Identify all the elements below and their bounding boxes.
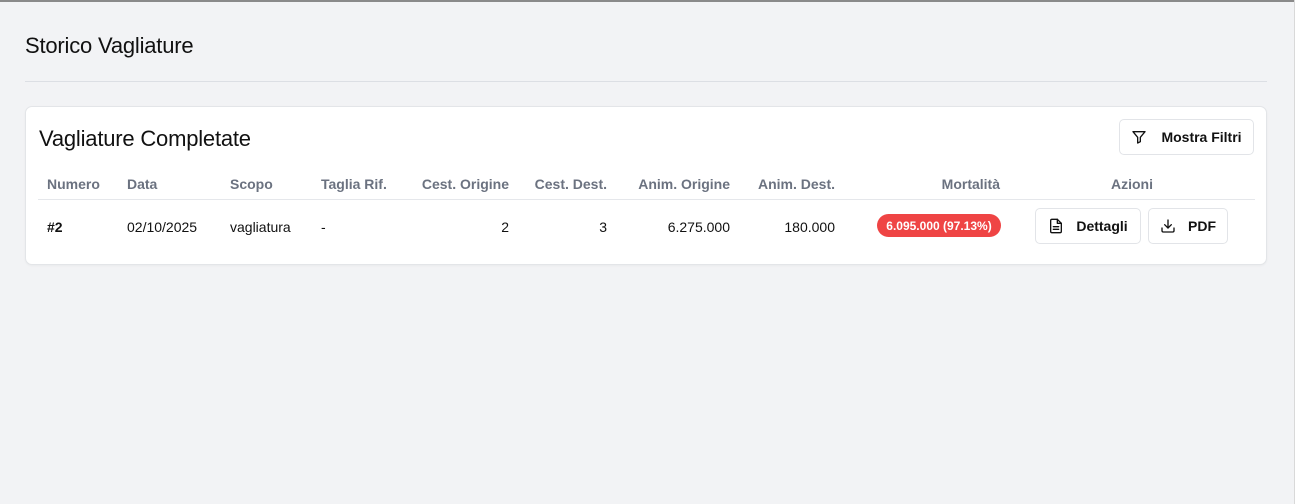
divider bbox=[25, 81, 1267, 82]
col-header-cest-origine: Cest. Origine bbox=[421, 176, 509, 192]
pdf-label: PDF bbox=[1188, 218, 1216, 234]
cell-scopo: vagliatura bbox=[230, 219, 291, 235]
table-header-divider bbox=[38, 199, 1255, 200]
cell-anim-origine: 6.275.000 bbox=[667, 219, 730, 235]
details-label: Dettagli bbox=[1076, 218, 1128, 234]
card-title: Vagliature Completate bbox=[39, 126, 251, 151]
col-header-scopo: Scopo bbox=[230, 176, 273, 192]
file-text-icon bbox=[1048, 218, 1064, 234]
pdf-button[interactable]: PDF bbox=[1148, 208, 1228, 244]
show-filters-button[interactable]: Mostra Filtri bbox=[1119, 119, 1254, 155]
cell-cest-origine: 2 bbox=[501, 219, 509, 235]
filter-icon bbox=[1131, 129, 1147, 145]
col-header-mortalita: Mortalità bbox=[941, 176, 1000, 192]
col-header-data: Data bbox=[127, 176, 158, 192]
cell-data: 02/10/2025 bbox=[127, 219, 198, 235]
col-header-anim-dest: Anim. Dest. bbox=[757, 176, 835, 192]
mortality-badge: 6.095.000 (97.13%) bbox=[877, 214, 1001, 237]
cell-taglia: - bbox=[321, 219, 326, 235]
details-button[interactable]: Dettagli bbox=[1035, 208, 1141, 244]
col-header-azioni: Azioni bbox=[1111, 176, 1153, 192]
page-title: Storico Vagliature bbox=[25, 33, 194, 58]
col-header-cest-dest: Cest. Dest. bbox=[534, 176, 607, 192]
show-filters-label: Mostra Filtri bbox=[1161, 129, 1242, 145]
window-top-border bbox=[0, 0, 1294, 2]
completed-sievings-card: Vagliature Completate Mostra Filtri Nume… bbox=[25, 106, 1267, 265]
col-header-anim-origine: Anim. Origine bbox=[638, 176, 730, 192]
col-header-taglia: Taglia Rif. bbox=[321, 176, 387, 192]
col-header-numero: Numero bbox=[47, 176, 100, 192]
cell-cest-dest: 3 bbox=[599, 219, 607, 235]
cell-anim-dest: 180.000 bbox=[784, 219, 835, 235]
download-icon bbox=[1160, 218, 1176, 234]
cell-numero: #2 bbox=[47, 219, 63, 235]
scrollbar[interactable] bbox=[1294, 0, 1304, 504]
